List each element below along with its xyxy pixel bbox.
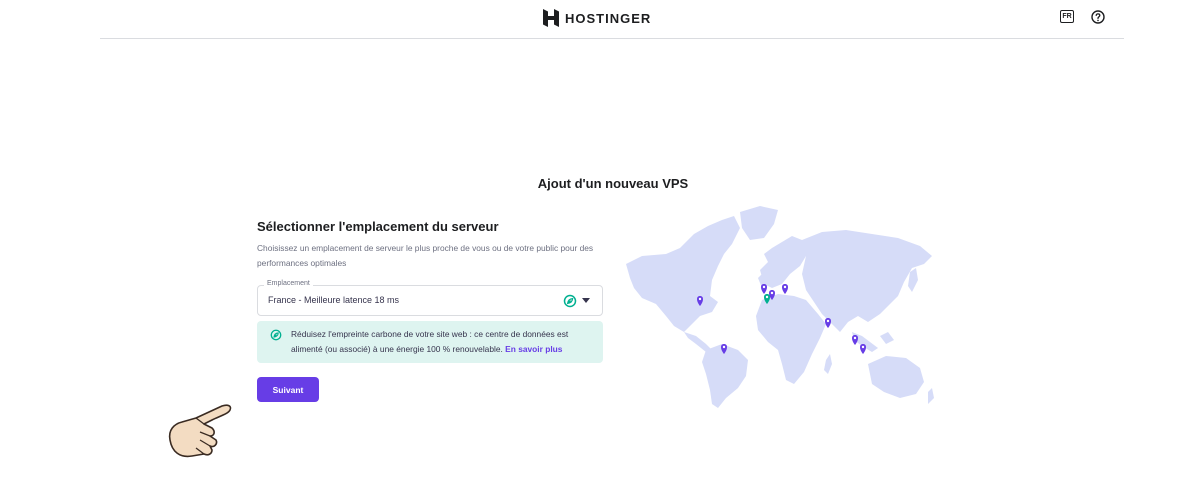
world-map [626,206,934,408]
section-title: Sélectionner l'emplacement du serveur [257,219,499,234]
leaf-icon [563,294,577,308]
pointing-hand-icon [168,404,232,458]
location-select[interactable]: Emplacement France - Meilleure latence 1… [257,280,603,316]
section-description: Choisissez un emplacement de serveur le … [257,243,594,268]
map-pin-india[interactable] [825,318,831,328]
page-title: Ajout d'un nouveau VPS [537,176,689,191]
continents [626,206,934,408]
chevron-down-icon[interactable] [582,298,590,303]
brand-name: HOSTINGER [565,10,652,26]
map-pin-malaysia[interactable] [852,335,858,345]
next-button[interactable]: Suivant [257,377,319,402]
eco-notice: Réduisez l'empreinte carbone de votre si… [257,321,603,363]
map-pin-uk[interactable] [761,284,767,294]
brand-logo[interactable]: HOSTINGER [543,8,651,28]
map-pin-indonesia[interactable] [860,344,866,354]
top-header: HOSTINGER FR [100,0,1124,39]
language-selector[interactable]: FR [1060,10,1074,23]
location-select-value: France - Meilleure latence 18 ms [268,295,400,305]
hostinger-logo-icon [543,9,559,27]
location-select-label: Emplacement [264,280,313,287]
help-circle-icon[interactable] [1091,10,1105,24]
leaf-icon [270,329,282,341]
map-pin-lithuania[interactable] [782,284,788,294]
eco-notice-text: Réduisez l'empreinte carbone de votre si… [291,327,596,357]
learn-more-link[interactable]: En savoir plus [505,344,562,354]
